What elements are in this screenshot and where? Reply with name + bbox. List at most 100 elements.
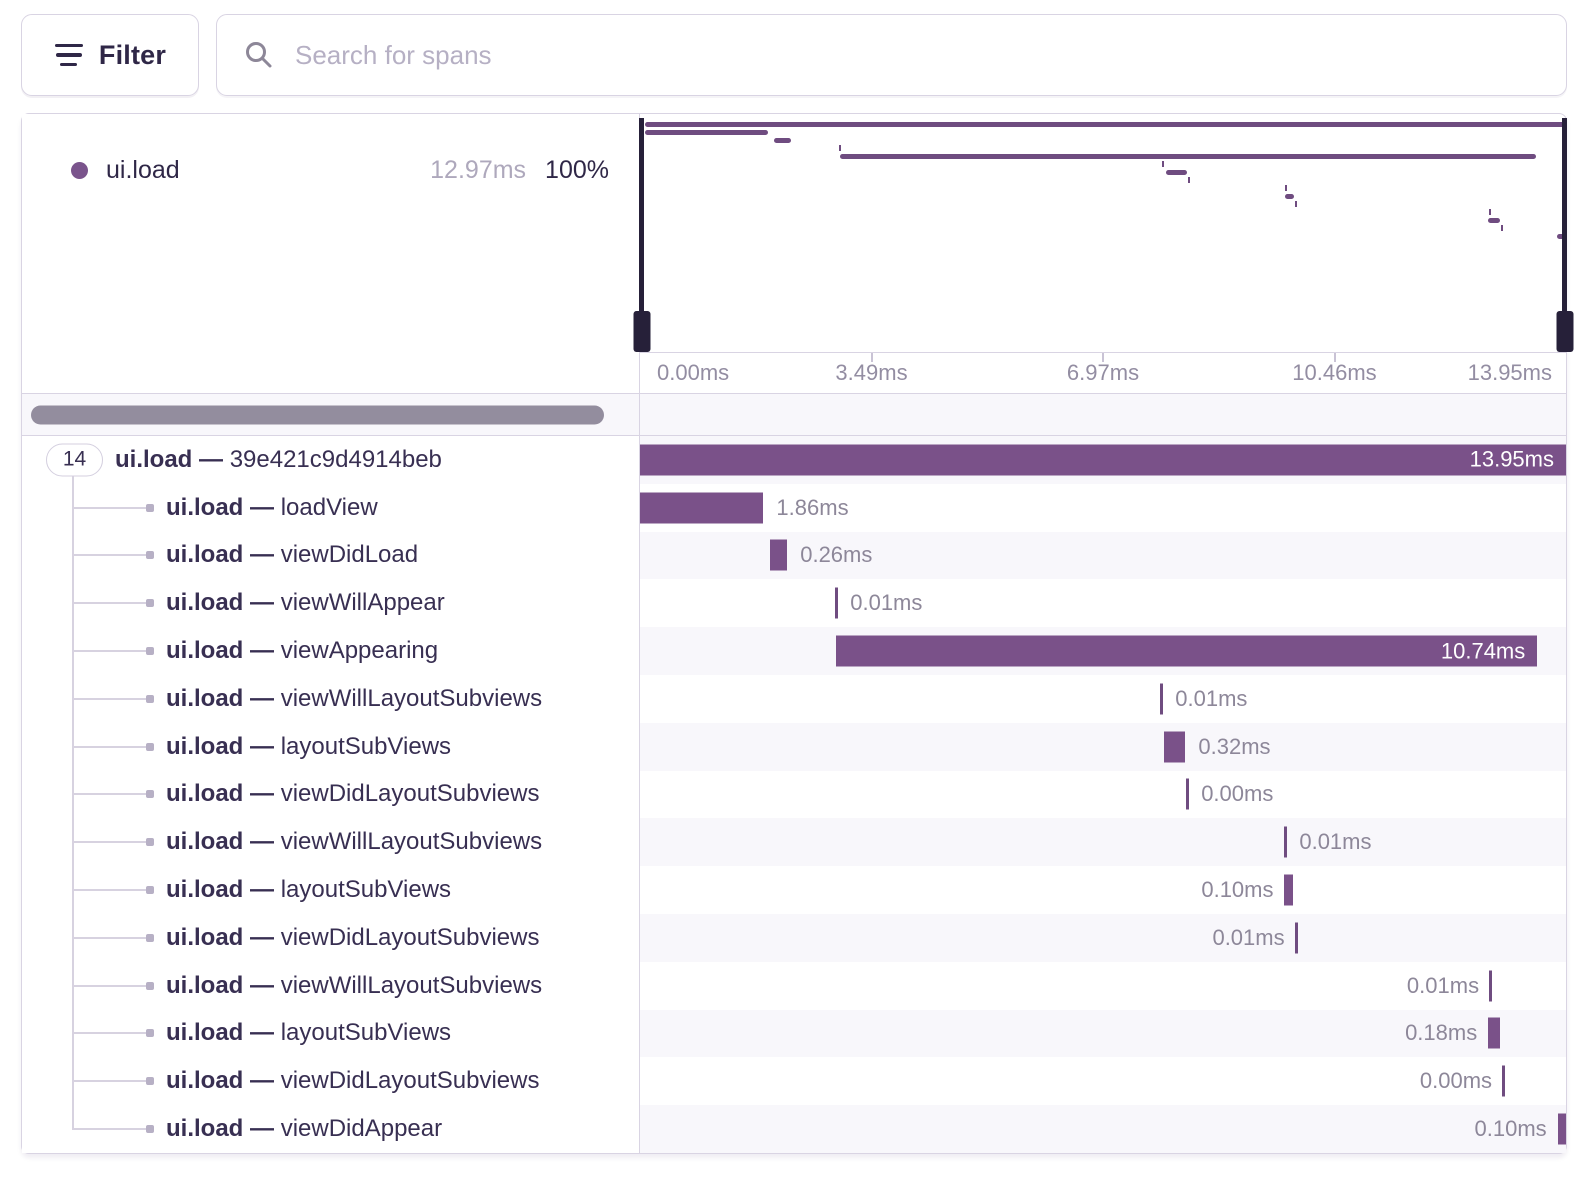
span-tree-row[interactable]: ui.load — viewWillAppear <box>22 579 639 627</box>
span-duration-label: 0.00ms <box>1420 1068 1492 1094</box>
span-tree-row[interactable]: ui.load — viewWillLayoutSubviews <box>22 675 639 723</box>
span-duration-bar[interactable] <box>1488 1018 1500 1049</box>
tree-scrollbar-track[interactable] <box>22 394 640 435</box>
waterfall-row[interactable]: 0.10ms <box>640 1105 1566 1153</box>
span-duration-tick[interactable] <box>1502 1066 1505 1097</box>
waterfall-row[interactable]: 0.26ms <box>640 532 1566 580</box>
legend-percent: 100% <box>545 156 609 185</box>
span-duration-label: 0.10ms <box>1201 877 1273 903</box>
span-tree-row[interactable]: ui.load — viewDidLayoutSubviews <box>22 771 639 819</box>
span-label: ui.load — viewWillLayoutSubviews <box>166 685 542 713</box>
waterfall-row[interactable]: 0.32ms <box>640 723 1566 771</box>
span-tree-row[interactable]: ui.load — viewWillLayoutSubviews <box>22 818 639 866</box>
legend-row[interactable]: ui.load 12.97ms 100% <box>71 156 609 185</box>
tree-connector-line <box>72 793 150 795</box>
waterfall-row[interactable]: 0.00ms <box>640 771 1566 819</box>
search-box[interactable] <box>216 14 1567 96</box>
span-tree-row[interactable]: ui.load — viewWillLayoutSubviews <box>22 962 639 1010</box>
waterfall-row[interactable]: 10.74ms <box>640 627 1566 675</box>
span-label: ui.load — 39e421c9d4914beb <box>115 446 442 474</box>
legend-duration: 12.97ms <box>430 156 526 185</box>
trace-minimap[interactable] <box>640 114 1566 352</box>
minimap-span-tick <box>1285 185 1287 191</box>
span-duration-bar[interactable]: 13.95ms <box>640 444 1566 475</box>
span-duration-bar[interactable] <box>1558 1114 1566 1145</box>
waterfall-row[interactable]: 0.18ms <box>640 1010 1566 1058</box>
span-duration-tick[interactable] <box>1186 779 1189 810</box>
span-duration-tick[interactable] <box>1284 827 1287 858</box>
minimap-left-grip[interactable] <box>633 311 650 352</box>
search-icon <box>243 39 275 71</box>
span-tree-row[interactable]: ui.load — layoutSubViews <box>22 723 639 771</box>
span-duration-bar[interactable] <box>770 540 788 571</box>
axis-label: 6.97ms <box>1067 360 1139 386</box>
waterfall-row[interactable]: 0.01ms <box>640 818 1566 866</box>
scrollbar-row <box>22 393 1566 436</box>
span-duration-tick[interactable] <box>835 588 838 619</box>
span-duration-tick[interactable] <box>1160 683 1163 714</box>
minimap-right-grip[interactable] <box>1556 311 1573 352</box>
time-axis: 0.00ms3.49ms6.97ms10.46ms13.95ms <box>640 352 1566 393</box>
span-duration-bar[interactable] <box>640 492 763 523</box>
span-duration-bar[interactable] <box>1164 731 1185 762</box>
minimap-span-tick <box>839 145 841 151</box>
span-duration-label: 0.26ms <box>800 542 872 568</box>
waterfall-row[interactable]: 1.86ms <box>640 484 1566 532</box>
span-duration-label: 0.01ms <box>1407 973 1479 999</box>
span-duration-label: 0.01ms <box>1212 925 1284 951</box>
span-duration-label: 0.32ms <box>1198 734 1270 760</box>
waterfall-row[interactable]: 0.00ms <box>640 1057 1566 1105</box>
span-duration-tick[interactable] <box>1489 970 1492 1001</box>
trace-panel: ui.load 12.97ms 100% 0.00ms3.49ms6.97ms1… <box>21 113 1567 1154</box>
minimap-left-handle[interactable] <box>639 118 644 352</box>
legend-panel: ui.load 12.97ms 100% <box>22 114 640 393</box>
waterfall-row[interactable]: 0.01ms <box>640 675 1566 723</box>
span-label: ui.load — viewAppearing <box>166 637 438 665</box>
axis-label: 10.46ms <box>1292 360 1376 386</box>
minimap-right-handle[interactable] <box>1562 118 1567 352</box>
tree-connector-line <box>72 985 150 987</box>
span-tree-row[interactable]: ui.load — loadView <box>22 484 639 532</box>
waterfall-row[interactable]: 0.01ms <box>640 914 1566 962</box>
span-duration-tick[interactable] <box>1295 922 1298 953</box>
span-label: ui.load — viewDidLayoutSubviews <box>166 780 539 808</box>
span-tree-row[interactable]: ui.load — viewDidLayoutSubviews <box>22 1057 639 1105</box>
child-count-badge[interactable]: 14 <box>46 443 103 476</box>
tree-connector-dot <box>146 934 154 942</box>
tree-connector-line <box>72 889 150 891</box>
tree-connector-line <box>72 1080 150 1082</box>
span-tree-row[interactable]: ui.load — viewAppearing <box>22 627 639 675</box>
minimap-span-bar <box>1488 218 1500 223</box>
tree-scrollbar-thumb[interactable] <box>31 405 604 424</box>
filter-button[interactable]: Filter <box>21 14 199 96</box>
span-duration-bar[interactable]: 10.74ms <box>836 636 1537 667</box>
span-duration-bar[interactable] <box>1284 875 1292 906</box>
span-duration-label: 0.01ms <box>1175 686 1247 712</box>
search-input[interactable] <box>293 39 1540 72</box>
span-tree-row-root[interactable]: 14 ui.load — 39e421c9d4914beb <box>22 436 639 484</box>
span-label: ui.load — viewDidAppear <box>166 1115 442 1143</box>
span-tree-row[interactable]: ui.load — layoutSubViews <box>22 866 639 914</box>
tree-connector-dot <box>146 838 154 846</box>
span-tree-row[interactable]: ui.load — viewDidAppear <box>22 1105 639 1153</box>
tree-connector-line <box>72 841 150 843</box>
span-label: ui.load — layoutSubViews <box>166 1019 451 1047</box>
waterfall-row[interactable]: 0.10ms <box>640 866 1566 914</box>
tree-connector-dot <box>146 790 154 798</box>
minimap-span-bar <box>774 138 791 143</box>
span-tree-row[interactable]: ui.load — viewDidLayoutSubviews <box>22 914 639 962</box>
span-label: ui.load — viewWillAppear <box>166 589 445 617</box>
span-tree-row[interactable]: ui.load — layoutSubViews <box>22 1010 639 1058</box>
span-duration-label: 1.86ms <box>776 495 848 521</box>
waterfall-row[interactable]: 13.95ms <box>640 436 1566 484</box>
legend-op-name: ui.load <box>106 156 430 185</box>
tree-connector-dot <box>146 695 154 703</box>
waterfall-row[interactable]: 0.01ms <box>640 579 1566 627</box>
span-tree-row[interactable]: ui.load — viewDidLoad <box>22 532 639 580</box>
minimap-span-tick <box>1188 177 1190 183</box>
tree-connector-line <box>72 1032 150 1034</box>
minimap-span-bar <box>840 154 1536 159</box>
span-duration-label: 0.00ms <box>1201 781 1273 807</box>
waterfall-row[interactable]: 0.01ms <box>640 962 1566 1010</box>
tree-connector-line <box>72 554 150 556</box>
